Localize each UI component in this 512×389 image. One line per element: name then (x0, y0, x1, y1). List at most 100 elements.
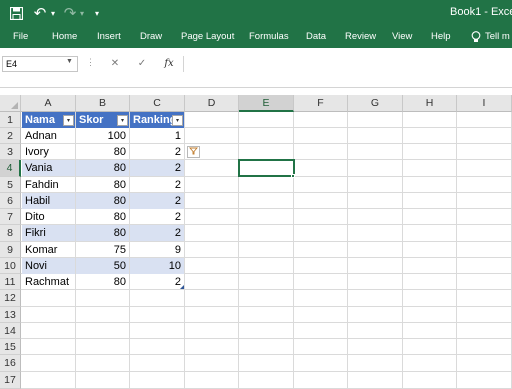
table-cell-skor[interactable]: 100 (76, 128, 129, 144)
active-cell[interactable] (238, 159, 295, 177)
tab-draw[interactable]: Draw (140, 26, 162, 48)
undo-dropdown-icon[interactable]: ▾ (49, 5, 57, 21)
column-header-f[interactable]: F (294, 95, 348, 112)
row-header-14[interactable]: 14 (0, 323, 21, 339)
tab-formulas[interactable]: Formulas (249, 26, 289, 48)
row-header-9[interactable]: 9 (0, 242, 21, 258)
table-cell-nama[interactable]: Dito (22, 209, 75, 225)
column-header-b[interactable]: B (76, 95, 130, 112)
title-bar: ↶ ▾ ↷ ▾ ▾ Book1 - Excel (0, 0, 512, 26)
row-header-1[interactable]: 1 (0, 112, 21, 128)
filter-dropdown-icon[interactable]: ▾ (63, 115, 74, 126)
table-cell-nama[interactable]: Habil (22, 193, 75, 209)
tab-page-layout[interactable]: Page Layout (181, 26, 234, 48)
table-cell-ranking[interactable]: 1 (130, 128, 184, 144)
column-header-c[interactable]: C (130, 95, 185, 112)
table-cell-nama[interactable]: Ivory (22, 144, 75, 160)
grid-line (238, 112, 239, 389)
table-cell-skor[interactable]: 80 (76, 274, 129, 290)
table-cell-nama[interactable]: Novi (22, 258, 75, 274)
name-box-dropdown-icon[interactable]: ▼ (66, 58, 73, 65)
row-header-8[interactable]: 8 (0, 225, 21, 242)
quick-analysis-icon[interactable] (187, 146, 200, 158)
tab-help[interactable]: Help (431, 26, 451, 48)
tab-view[interactable]: View (392, 26, 412, 48)
formula-bar-splitter-icon[interactable]: ⋮ (86, 57, 95, 68)
row-header-2[interactable]: 2 (0, 128, 21, 144)
row-header-12[interactable]: 12 (0, 290, 21, 307)
row-header-15[interactable]: 15 (0, 339, 21, 355)
filter-dropdown-icon[interactable]: ▾ (172, 115, 183, 126)
row-header-11[interactable]: 11 (0, 274, 21, 290)
row-header-4[interactable]: 4 (0, 160, 21, 177)
column-header-e[interactable]: E (239, 95, 294, 112)
enter-icon[interactable]: ✓ (133, 56, 151, 72)
tab-review[interactable]: Review (345, 26, 376, 48)
table-cell-nama[interactable]: Vania (22, 160, 75, 176)
row-header-3[interactable]: 3 (0, 144, 21, 160)
worksheet-grid[interactable]: A B C D E F G H I 1 2 3 4 5 6 7 8 9 10 1… (0, 95, 512, 389)
row-header-10[interactable]: 10 (0, 258, 21, 274)
window-title: Book1 - Excel (450, 6, 512, 18)
table-cell-ranking[interactable]: 2 (130, 144, 184, 160)
table-cell-skor[interactable]: 80 (76, 160, 129, 176)
table-cell-ranking[interactable]: 2 (130, 225, 184, 241)
row-header-17[interactable]: 17 (0, 372, 21, 389)
table-cell-skor[interactable]: 50 (76, 258, 129, 274)
table-cell-nama[interactable]: Komar (22, 242, 75, 258)
tab-home[interactable]: Home (52, 26, 77, 48)
undo-icon[interactable]: ↶ (32, 5, 48, 22)
table-cell-ranking[interactable]: 9 (130, 242, 184, 258)
grid-line (21, 306, 512, 307)
lightbulb-icon[interactable] (471, 26, 483, 48)
grid-line (347, 112, 348, 389)
row-header-5[interactable]: 5 (0, 177, 21, 193)
table-cell-skor[interactable]: 80 (76, 193, 129, 209)
table-cell-nama[interactable]: Rachmat (22, 274, 75, 290)
tab-data[interactable]: Data (306, 26, 326, 48)
table-cell-ranking[interactable]: 2 (130, 160, 184, 176)
tab-file[interactable]: File (13, 26, 28, 48)
tab-insert[interactable]: Insert (97, 26, 121, 48)
row-header-13[interactable]: 13 (0, 307, 21, 323)
column-header-d[interactable]: D (185, 95, 239, 112)
table-cell-ranking[interactable]: 2 (130, 274, 184, 290)
table-cell-skor[interactable]: 80 (76, 144, 129, 160)
grid-line (402, 112, 403, 389)
redo-icon[interactable]: ↷ (62, 5, 78, 22)
fill-handle[interactable] (291, 174, 295, 178)
column-header-g[interactable]: G (348, 95, 403, 112)
table-cell-nama[interactable]: Adnan (22, 128, 75, 144)
table-cell-skor[interactable]: 80 (76, 209, 129, 225)
column-header-i[interactable]: I (457, 95, 512, 112)
grid-line (21, 322, 512, 323)
filter-dropdown-icon[interactable]: ▾ (117, 115, 128, 126)
table-cell-skor[interactable]: 80 (76, 177, 129, 193)
row-header-16[interactable]: 16 (0, 355, 21, 372)
grid-line (456, 112, 457, 389)
table-cell-ranking[interactable]: 2 (130, 209, 184, 225)
customize-quick-access-icon[interactable]: ▾ (92, 5, 102, 21)
column-header-a[interactable]: A (21, 95, 76, 112)
table-resize-handle[interactable] (180, 285, 184, 289)
tell-me-search[interactable]: Tell m (485, 26, 510, 48)
select-all-triangle-icon (11, 102, 18, 109)
table-cell-ranking[interactable]: 10 (130, 258, 184, 274)
redo-dropdown-icon[interactable]: ▾ (78, 5, 86, 21)
select-all-button[interactable] (0, 95, 21, 112)
table-cell-skor[interactable]: 80 (76, 225, 129, 241)
column-header-h[interactable]: H (403, 95, 457, 112)
cancel-icon[interactable]: ✕ (106, 56, 124, 72)
grid-line (21, 354, 512, 355)
formula-input[interactable] (186, 56, 512, 72)
table-cell-ranking[interactable]: 2 (130, 193, 184, 209)
table-cell-nama[interactable]: Fahdin (22, 177, 75, 193)
table-cell-nama[interactable]: Fikri (22, 225, 75, 241)
table-cell-skor[interactable]: 75 (76, 242, 129, 258)
insert-function-icon[interactable]: fx (160, 56, 178, 72)
table-cell-ranking[interactable]: 2 (130, 177, 184, 193)
row-header-6[interactable]: 6 (0, 193, 21, 209)
grid-line (21, 371, 512, 372)
save-icon[interactable] (8, 5, 24, 21)
row-header-7[interactable]: 7 (0, 209, 21, 225)
